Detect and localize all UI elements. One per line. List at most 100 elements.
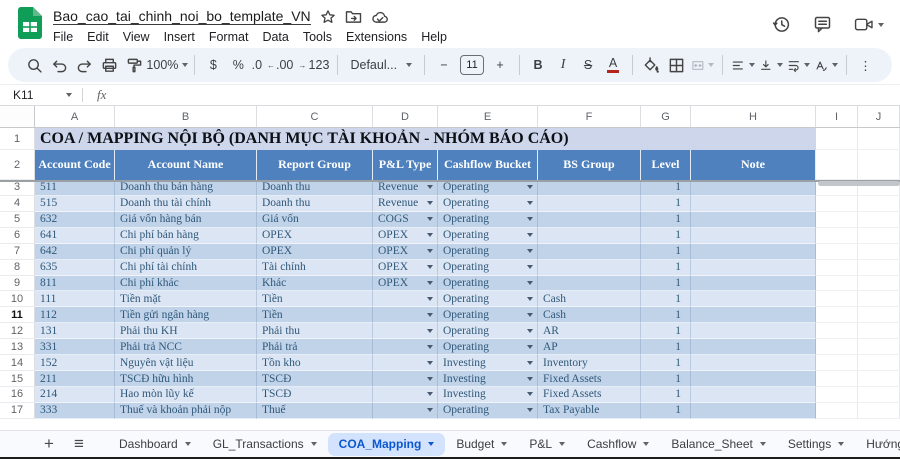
cell-dropdown-icon[interactable] (427, 201, 433, 206)
row-header-14[interactable]: 14 (0, 355, 35, 372)
cell-level[interactable]: 1 (641, 227, 691, 244)
cell-note[interactable] (691, 291, 816, 308)
cell-account-name[interactable]: Tiền gửi ngân hàng (115, 307, 257, 324)
empty-cell[interactable] (858, 150, 900, 180)
cell-cashflow-bucket[interactable]: Operating (438, 323, 538, 340)
cell-bs-group[interactable] (538, 259, 641, 276)
cell-level[interactable]: 1 (641, 323, 691, 340)
empty-cell[interactable] (816, 307, 858, 324)
row-header-11[interactable]: 11 (0, 307, 35, 324)
menu-view[interactable]: View (116, 29, 157, 45)
cell-account-name[interactable]: Chi phí khác (115, 275, 257, 292)
empty-cell[interactable] (858, 211, 900, 228)
row-header-10[interactable]: 10 (0, 291, 35, 308)
cell-account-code[interactable]: 632 (35, 211, 115, 228)
cell-account-name[interactable]: TSCĐ hữu hình (115, 371, 257, 387)
cell-account-name[interactable]: Doanh thu tài chính (115, 195, 257, 212)
cell-report-group[interactable]: Giá vốn (257, 211, 373, 228)
cell-report-group[interactable]: Phải trả (257, 339, 373, 356)
cell-account-code[interactable]: 511 (35, 180, 115, 196)
cell-report-group[interactable]: Phải thu (257, 323, 373, 340)
cell-level[interactable]: 1 (641, 180, 691, 196)
decrease-font-size-button[interactable]: − (431, 52, 456, 78)
cell-bs-group[interactable]: AP (538, 339, 641, 356)
row-header-4[interactable]: 4 (0, 195, 35, 212)
comments-icon[interactable] (813, 15, 832, 34)
header-cell-level[interactable]: Level (641, 150, 691, 180)
horizontal-align-button[interactable] (729, 52, 757, 78)
empty-cell[interactable] (858, 371, 900, 387)
cell-report-group[interactable]: Tiền (257, 307, 373, 324)
chevron-down-icon[interactable] (643, 442, 650, 446)
formula-input[interactable] (106, 85, 900, 105)
cell-cashflow-bucket[interactable]: Operating (438, 275, 538, 292)
cell-report-group[interactable]: Tồn kho (257, 355, 373, 372)
cell-dropdown-icon[interactable] (427, 344, 433, 349)
cell-dropdown-icon[interactable] (427, 312, 433, 317)
empty-cell[interactable] (858, 339, 900, 356)
cell-note[interactable] (691, 386, 816, 403)
cell-dropdown-icon[interactable] (527, 328, 533, 333)
meet-call-control[interactable] (854, 17, 884, 32)
cell-cashflow-bucket[interactable]: Operating (438, 307, 538, 324)
header-cell-note[interactable]: Note (691, 150, 816, 180)
column-header-E[interactable]: E (438, 106, 538, 127)
header-cell-cashflow-bucket[interactable]: Cashflow Bucket (438, 150, 538, 180)
cell-cashflow-bucket[interactable]: Operating (438, 195, 538, 212)
more-formats-button[interactable]: 123 (306, 52, 331, 78)
row-header-9[interactable]: 9 (0, 275, 35, 292)
cell-cashflow-bucket[interactable]: Operating (438, 243, 538, 260)
cell-account-code[interactable]: 112 (35, 307, 115, 324)
zoom-selector[interactable]: 100% (146, 52, 189, 78)
cell-account-name[interactable]: Nguyên vật liệu (115, 355, 257, 372)
empty-cell[interactable] (816, 371, 858, 387)
row-header-7[interactable]: 7 (0, 243, 35, 260)
cell-account-name[interactable]: Giá vốn hàng bán (115, 211, 257, 228)
sheet-tab-gl-transactions[interactable]: GL_Transactions (202, 431, 328, 457)
cell-dropdown-icon[interactable] (527, 344, 533, 349)
select-all-corner[interactable] (0, 106, 35, 127)
cell-dropdown-icon[interactable] (527, 408, 533, 413)
cell-pl-type[interactable]: Revenue (373, 195, 438, 212)
header-cell-pl-type[interactable]: P&L Type (373, 150, 438, 180)
row-header-5[interactable]: 5 (0, 211, 35, 228)
cell-pl-type[interactable]: OPEX (373, 243, 438, 260)
document-title[interactable]: Bao_cao_tai_chinh_noi_bo_template_VN (53, 8, 311, 25)
empty-cell[interactable] (816, 128, 858, 150)
empty-cell[interactable] (858, 402, 900, 419)
cell-account-name[interactable]: Hao mòn lũy kế (115, 386, 257, 403)
empty-cell[interactable] (816, 355, 858, 372)
fill-color-button[interactable] (639, 52, 664, 78)
cell-note[interactable] (691, 275, 816, 292)
cell-dropdown-icon[interactable] (527, 217, 533, 222)
cell-bs-group[interactable] (538, 211, 641, 228)
cell-level[interactable]: 1 (641, 275, 691, 292)
cell-account-code[interactable]: 214 (35, 386, 115, 403)
cell-bs-group[interactable] (538, 227, 641, 244)
empty-cell[interactable] (858, 128, 900, 150)
cell-account-code[interactable]: 333 (35, 402, 115, 419)
cell-bs-group[interactable]: AR (538, 323, 641, 340)
cell-dropdown-icon[interactable] (527, 296, 533, 301)
cell-account-name[interactable]: Chi phí bán hàng (115, 227, 257, 244)
row-header-15[interactable]: 15 (0, 371, 35, 387)
column-header-D[interactable]: D (373, 106, 438, 127)
row-header-13[interactable]: 13 (0, 339, 35, 356)
chevron-down-icon[interactable] (310, 442, 317, 446)
bold-button[interactable]: B (526, 52, 551, 78)
cell-account-code[interactable]: 331 (35, 339, 115, 356)
column-header-C[interactable]: C (257, 106, 373, 127)
empty-cell[interactable] (816, 195, 858, 212)
cell-note[interactable] (691, 339, 816, 356)
cell-level[interactable]: 1 (641, 307, 691, 324)
borders-button[interactable] (664, 52, 689, 78)
chevron-down-icon[interactable] (559, 442, 566, 446)
cell-note[interactable] (691, 402, 816, 419)
star-icon[interactable] (320, 9, 336, 25)
undo-button[interactable] (47, 52, 72, 78)
cell-level[interactable]: 1 (641, 211, 691, 228)
empty-cell[interactable] (816, 275, 858, 292)
font-size-input[interactable]: 11 (460, 55, 484, 75)
cell-dropdown-icon[interactable] (427, 280, 433, 285)
empty-cell[interactable] (858, 227, 900, 244)
